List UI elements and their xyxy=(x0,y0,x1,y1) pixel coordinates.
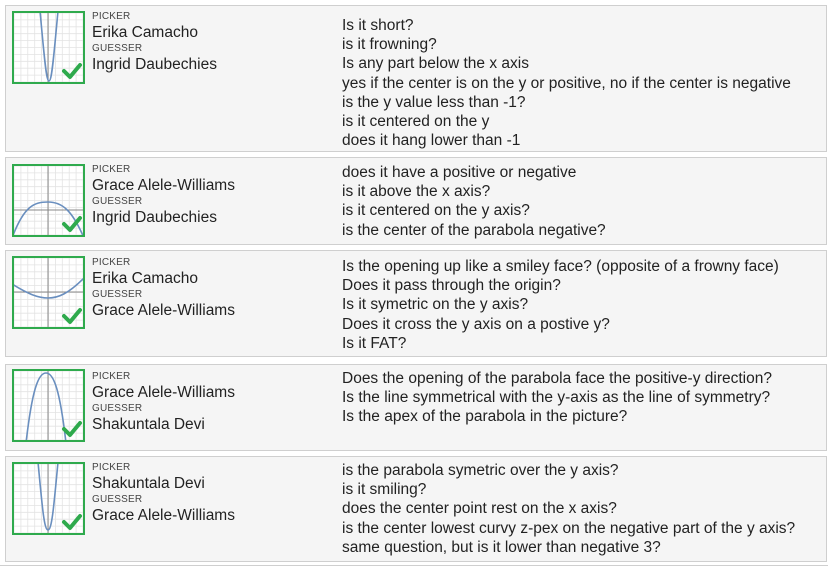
question-item: is it centered on the y axis? xyxy=(342,202,530,220)
picker-name: Grace Alele-Williams xyxy=(92,177,235,194)
picker-label: PICKER xyxy=(92,257,131,268)
guesser-name: Ingrid Daubechies xyxy=(92,209,217,226)
question-item: is it frowning? xyxy=(342,36,437,54)
guesser-label: GUESSER xyxy=(92,43,143,54)
question-item: is it centered on the y xyxy=(342,113,490,131)
round-card: PICKER Grace Alele-Williams GUESSER Shakunt… xyxy=(5,364,827,451)
parabola-graph xyxy=(14,371,83,440)
parabola-graph xyxy=(14,258,83,327)
guesser-label: GUESSER xyxy=(92,289,143,300)
guesser-label: GUESSER xyxy=(92,494,143,505)
picker-label: PICKER xyxy=(92,164,131,175)
round-card: PICKER Grace Alele-Williams GUESSER Ingrid … xyxy=(5,157,827,245)
question-item: does it hang lower than -1 xyxy=(342,132,521,150)
parabola-thumbnail[interactable] xyxy=(12,11,85,84)
question-item: Is the line symmetrical with the y-axis … xyxy=(342,389,771,407)
question-item: is the center lowest curvy z-pex on the … xyxy=(342,519,796,537)
question-item: Is the apex of the parabola in the pictu… xyxy=(342,408,628,426)
question-item: is the y value less than -1? xyxy=(342,93,526,111)
parabola-graph xyxy=(14,166,83,235)
parabola-graph xyxy=(14,13,83,82)
round-card: PICKER Erika Camacho GUESSER Ingrid Daubech… xyxy=(5,5,827,152)
question-item: Is it symetric on the y axis? xyxy=(342,296,529,314)
picker-label: PICKER xyxy=(92,11,131,22)
picker-name: Grace Alele-Williams xyxy=(92,384,235,401)
players-block: PICKER Grace Alele-Williams GUESSER Ingrid … xyxy=(92,164,332,228)
question-list: Is it short? is it frowning? Is any part b… xyxy=(342,16,826,150)
question-list: Is the opening up like a smiley face? (o… xyxy=(342,257,826,353)
question-item: Is it short? xyxy=(342,17,414,34)
picker-label: PICKER xyxy=(92,371,131,382)
divider xyxy=(0,565,828,566)
question-item: same question, but is it lower than nega… xyxy=(342,538,661,556)
question-item: Is any part below the x axis xyxy=(342,55,529,73)
question-item: Is it FAT? xyxy=(342,334,407,352)
question-item: Does the opening of the parabola face th… xyxy=(342,370,772,387)
guesser-name: Grace Alele-Williams xyxy=(92,507,235,524)
parabola-thumbnail[interactable] xyxy=(12,256,85,329)
parabola-thumbnail[interactable] xyxy=(12,369,85,442)
question-item: is the center of the parabola negative? xyxy=(342,221,606,239)
question-item: Is the opening up like a smiley face? (o… xyxy=(342,258,779,275)
question-item: is it above the x axis? xyxy=(342,183,491,201)
players-block: PICKER Erika Camacho GUESSER Ingrid Daubech… xyxy=(92,11,332,75)
question-item: yes if the center is on the y or positiv… xyxy=(342,74,791,92)
question-item: Does it cross the y axis on a postive y? xyxy=(342,315,610,333)
question-list: is the parabola symetric over the y axis… xyxy=(342,461,826,557)
picker-name: Erika Camacho xyxy=(92,270,198,287)
players-block: PICKER Grace Alele-Williams GUESSER Shakunt… xyxy=(92,371,332,435)
players-block: PICKER Shakuntala Devi GUESSER Grace Alele-… xyxy=(92,462,332,526)
parabola-graph xyxy=(14,464,83,533)
question-list: Does the opening of the parabola face th… xyxy=(342,369,826,427)
picker-label: PICKER xyxy=(92,462,131,473)
parabola-curve xyxy=(25,372,67,440)
guesser-label: GUESSER xyxy=(92,196,143,207)
picker-name: Shakuntala Devi xyxy=(92,475,205,492)
guesser-name: Ingrid Daubechies xyxy=(92,56,217,73)
question-item: Does it pass through the origin? xyxy=(342,277,561,295)
parabola-thumbnail[interactable] xyxy=(12,164,85,237)
round-card: PICKER Shakuntala Devi GUESSER Grace Alele-… xyxy=(5,456,827,562)
guesser-label: GUESSER xyxy=(92,403,143,414)
question-item: does the center point rest on the x axis… xyxy=(342,500,617,518)
parabola-thumbnail[interactable] xyxy=(12,462,85,535)
question-item: is the parabola symetric over the y axis… xyxy=(342,462,619,479)
picker-name: Erika Camacho xyxy=(92,24,198,41)
question-item: does it have a positive or negative xyxy=(342,164,577,181)
guesser-name: Grace Alele-Williams xyxy=(92,302,235,319)
players-block: PICKER Erika Camacho GUESSER Grace Alele-Wi… xyxy=(92,257,332,321)
question-list: does it have a positive or negative is it… xyxy=(342,163,826,240)
guesser-name: Shakuntala Devi xyxy=(92,416,205,433)
question-item: is it smiling? xyxy=(342,481,427,499)
round-card: PICKER Erika Camacho GUESSER Grace Alele-Wi… xyxy=(5,250,827,357)
